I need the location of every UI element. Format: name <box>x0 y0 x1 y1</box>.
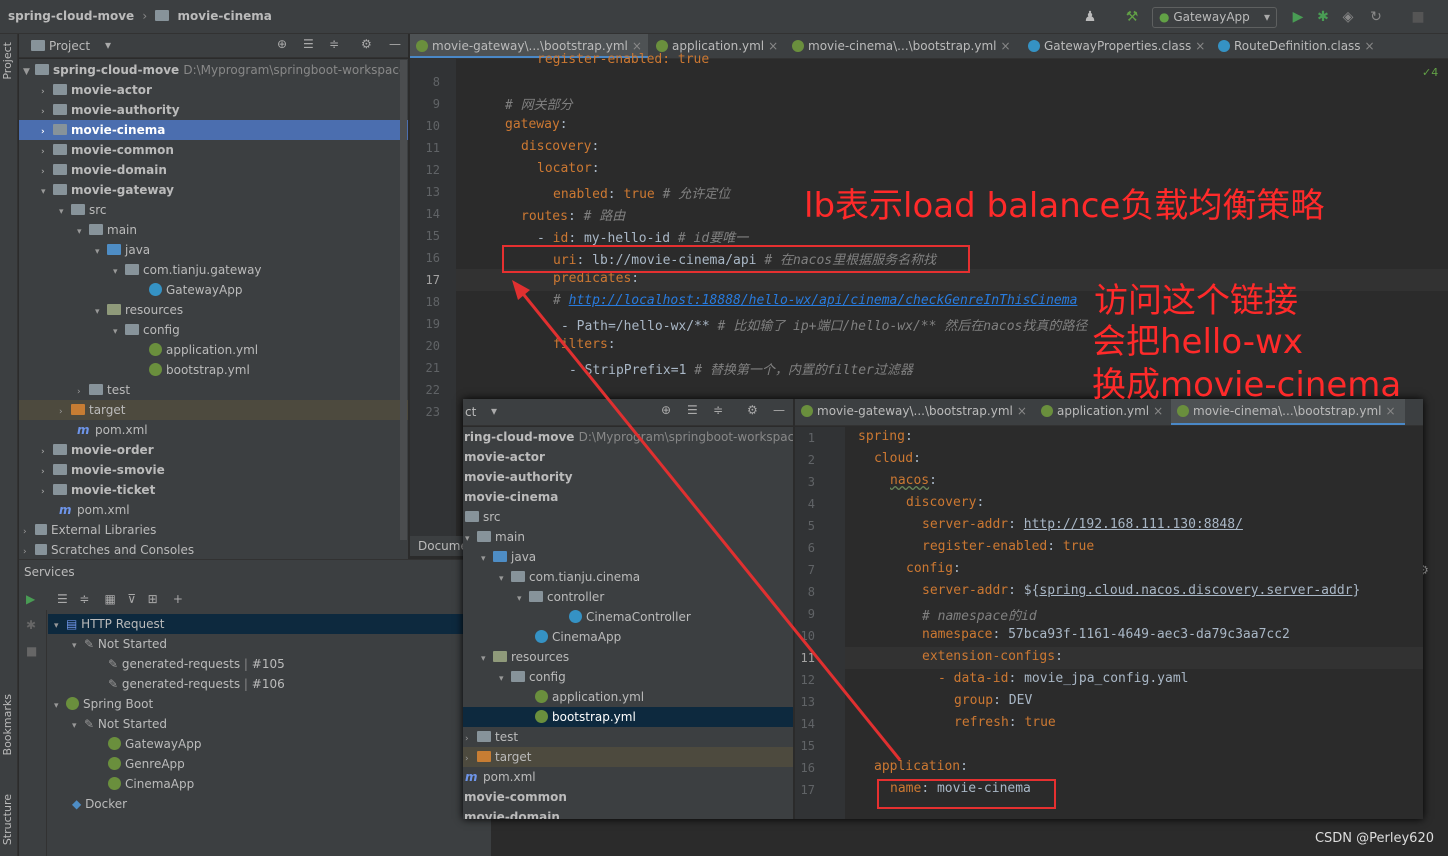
annotation-arrow <box>512 280 902 761</box>
watermark: CSDN @Perley620 <box>1314 831 1434 846</box>
annotation-visit-1: 访问这个链接 <box>1094 281 1298 321</box>
annotation-visit-2: 会把hello-wx <box>1092 322 1303 362</box>
annotation-lb: lb表示load balance负载均衡策略 <box>804 186 1325 226</box>
arrow-line <box>518 289 902 761</box>
annotation-visit-3: 换成movie-cinema <box>1092 365 1402 405</box>
